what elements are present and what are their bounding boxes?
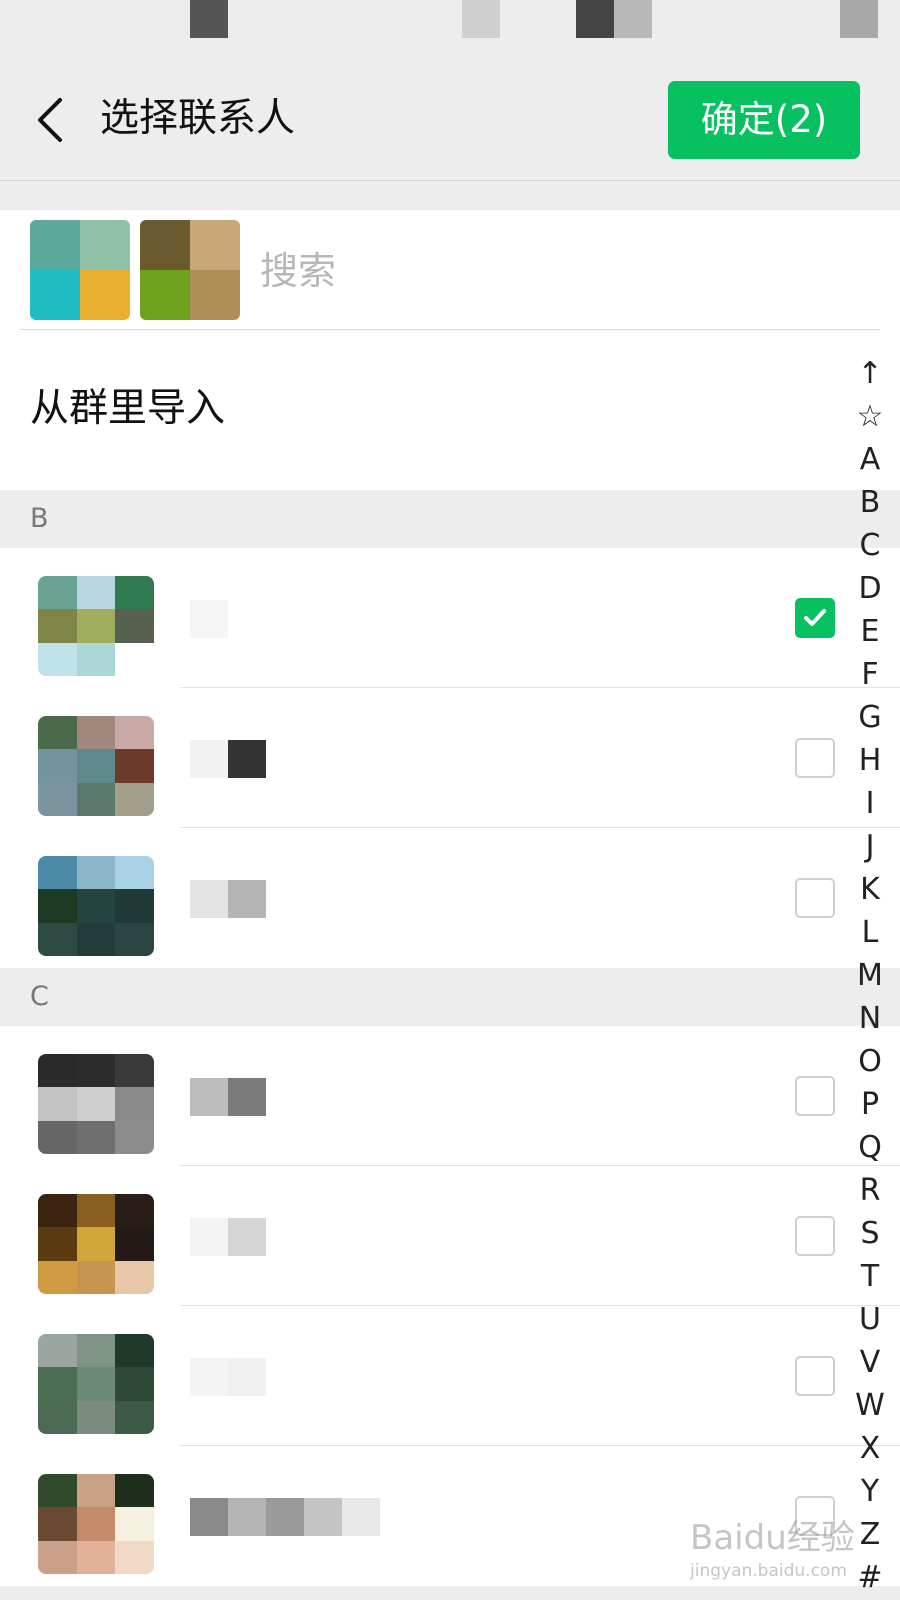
select-checkbox[interactable] — [795, 1076, 835, 1116]
contact-avatar — [38, 856, 154, 956]
index-letter[interactable]: M — [846, 954, 894, 997]
contact-name-blurred — [190, 600, 228, 638]
contact-name-blurred — [190, 1358, 266, 1396]
contact-avatar — [38, 1474, 154, 1574]
index-letter[interactable]: A — [846, 438, 894, 481]
index-letter[interactable]: F — [846, 653, 894, 696]
index-letter[interactable]: B — [846, 481, 894, 524]
status-bar-blur — [190, 0, 228, 38]
index-letter[interactable]: N — [846, 997, 894, 1040]
index-letter[interactable]: H — [846, 739, 894, 782]
contact-avatar — [38, 1334, 154, 1434]
index-letter[interactable]: R — [846, 1169, 894, 1212]
contact-avatar — [38, 1194, 154, 1294]
select-checkbox[interactable] — [795, 1216, 835, 1256]
index-letter[interactable]: O — [846, 1040, 894, 1083]
watermark-url: jingyan.baidu.com — [690, 1561, 847, 1581]
section-letter: B — [30, 503, 49, 534]
status-bar-blur — [462, 0, 500, 38]
status-bar-blur — [576, 0, 614, 38]
index-letter[interactable]: Y — [846, 1470, 894, 1513]
section-letter: C — [30, 981, 49, 1012]
index-letter[interactable]: S — [846, 1212, 894, 1255]
index-letter[interactable]: E — [846, 610, 894, 653]
contact-row[interactable] — [0, 1306, 900, 1446]
contact-name-blurred — [190, 1218, 266, 1256]
contact-row[interactable] — [0, 828, 900, 968]
contact-name-blurred — [190, 1498, 380, 1536]
index-letter[interactable]: D — [846, 567, 894, 610]
contact-avatar — [38, 576, 154, 676]
contact-row[interactable] — [0, 688, 900, 828]
index-letter[interactable]: Q — [846, 1126, 894, 1169]
contact-name-blurred — [190, 880, 266, 918]
chevron-left-icon[interactable] — [30, 94, 70, 146]
contact-row[interactable] — [0, 1166, 900, 1306]
contact-name-blurred — [190, 740, 266, 778]
index-letter[interactable]: P — [846, 1083, 894, 1126]
import-from-group-row[interactable]: 从群里导入 — [0, 330, 900, 490]
contact-name-blurred — [190, 1078, 266, 1116]
index-letter[interactable]: W — [846, 1384, 894, 1427]
search-input[interactable]: 搜索 — [260, 248, 336, 294]
selected-contact-avatar[interactable] — [30, 220, 130, 320]
status-bar-blur — [840, 0, 878, 38]
index-letter[interactable]: T — [846, 1255, 894, 1298]
alphabet-index[interactable]: ↑ ☆ A B C D E F G H I J K L M N O P Q R … — [846, 352, 894, 1599]
status-bar-blur — [614, 0, 652, 38]
status-bar — [0, 0, 900, 48]
nav-bar: 选择联系人 确定(2) — [0, 48, 900, 181]
section-header-c: C — [0, 968, 900, 1026]
index-letter[interactable]: ☆ — [846, 395, 894, 438]
select-checkbox[interactable] — [795, 1356, 835, 1396]
index-letter[interactable]: I — [846, 782, 894, 825]
select-checkbox[interactable] — [795, 878, 835, 918]
search-bar: 搜索 — [0, 210, 900, 330]
index-letter[interactable]: J — [846, 825, 894, 868]
contact-avatar — [38, 1054, 154, 1154]
watermark-brand: Baidu经验 — [690, 1518, 855, 1558]
confirm-button[interactable]: 确定(2) — [668, 81, 860, 159]
index-letter[interactable]: X — [846, 1427, 894, 1470]
index-letter[interactable]: K — [846, 868, 894, 911]
contact-row[interactable] — [0, 548, 900, 688]
checkmark-icon — [804, 609, 826, 626]
selected-contact-avatar[interactable] — [140, 220, 240, 320]
contact-row[interactable] — [0, 1026, 900, 1166]
baidu-watermark: Baidu经验 jingyan.baidu.com — [690, 1520, 895, 1582]
import-from-group-label: 从群里导入 — [30, 386, 226, 431]
select-checkbox[interactable] — [795, 738, 835, 778]
index-letter[interactable]: G — [846, 696, 894, 739]
page-title: 选择联系人 — [100, 96, 296, 141]
index-letter[interactable]: C — [846, 524, 894, 567]
index-letter[interactable]: L — [846, 911, 894, 954]
index-letter[interactable]: ↑ — [846, 352, 894, 395]
section-header-b: B — [0, 490, 900, 548]
index-letter[interactable]: U — [846, 1298, 894, 1341]
select-checkbox[interactable] — [795, 598, 835, 638]
contact-avatar — [38, 716, 154, 816]
index-letter[interactable]: V — [846, 1341, 894, 1384]
